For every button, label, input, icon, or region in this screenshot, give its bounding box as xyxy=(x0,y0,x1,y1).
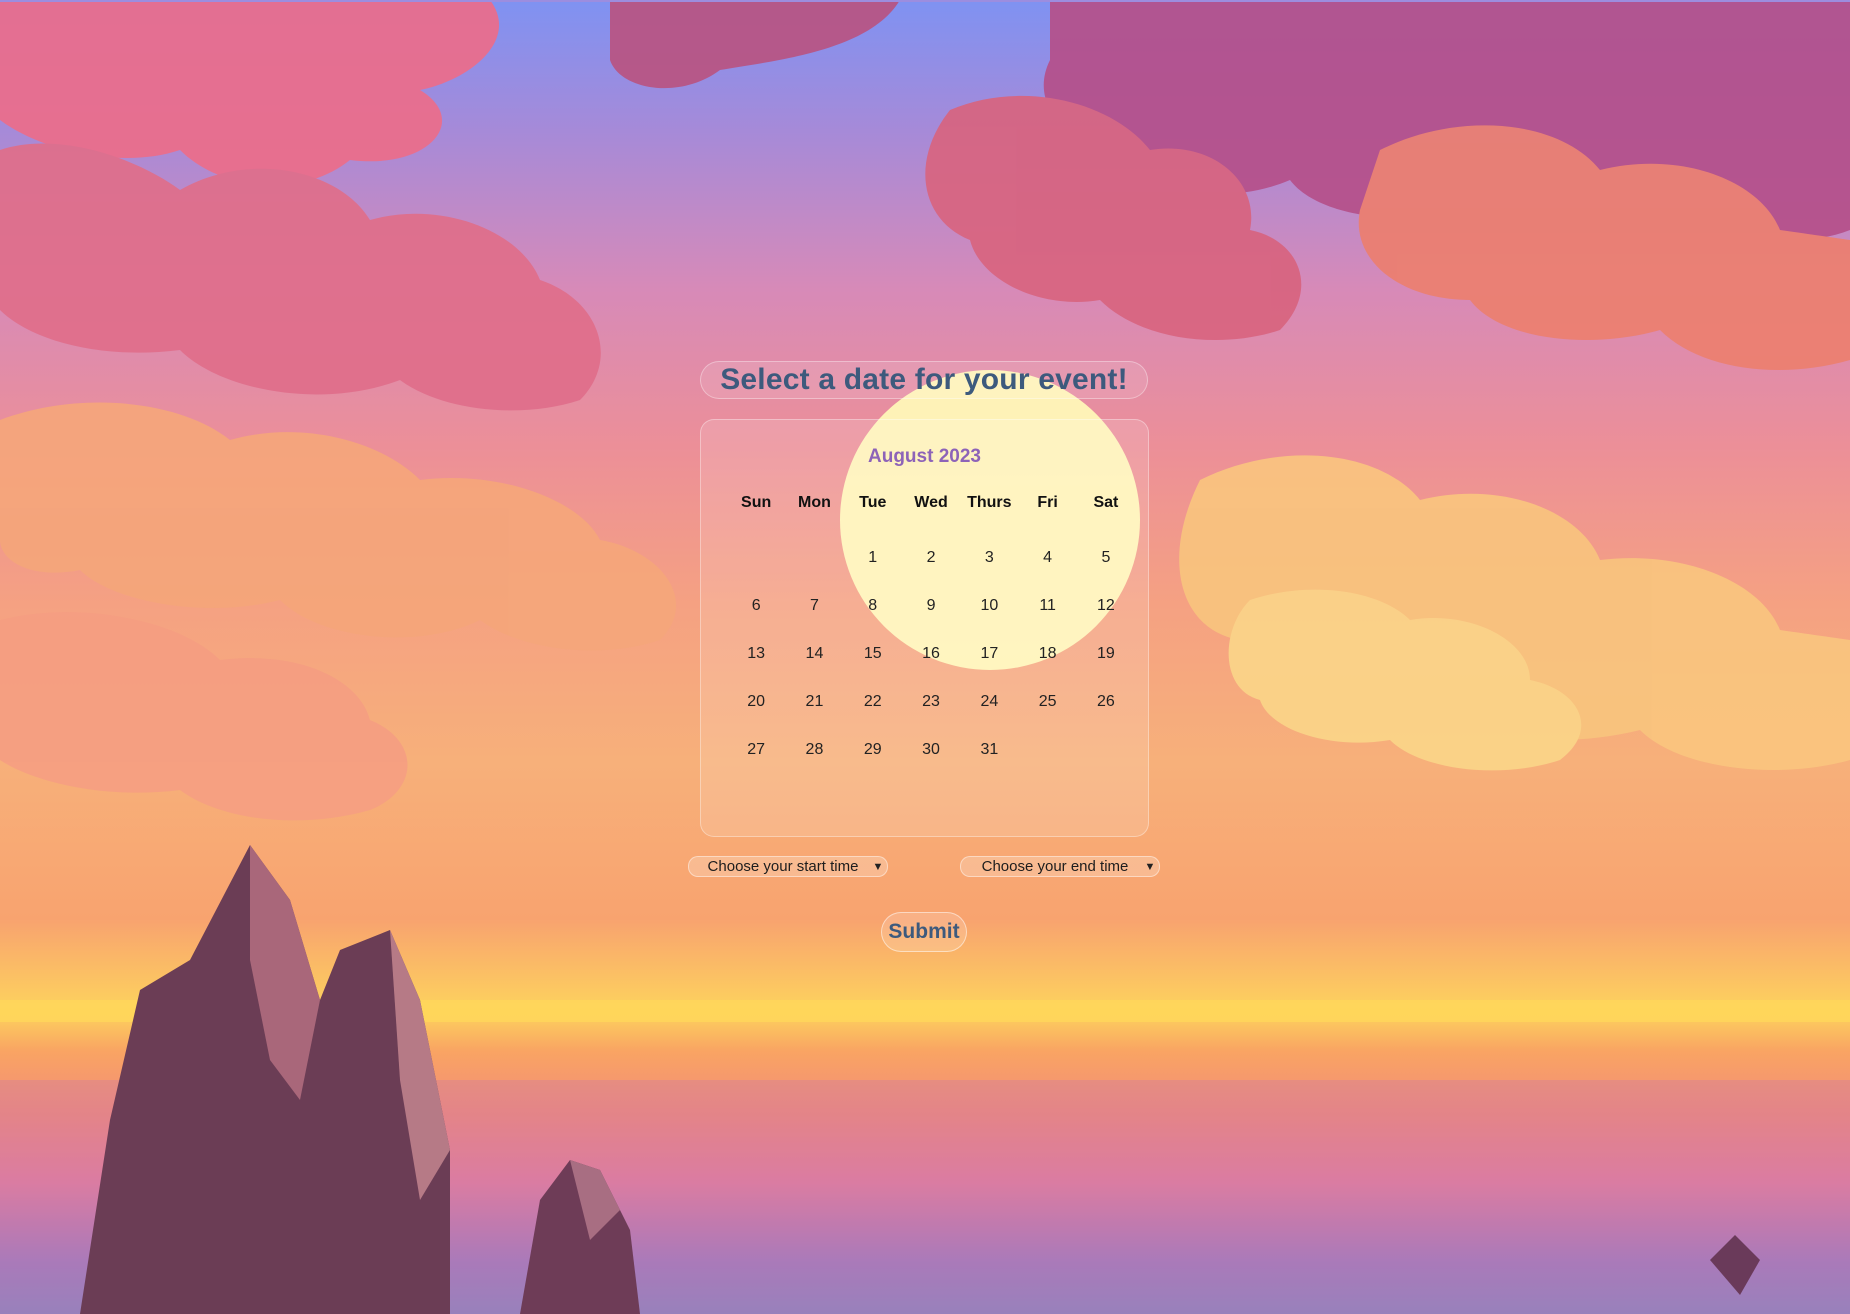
chevron-down-icon: ▼ xyxy=(872,860,884,873)
calendar-day[interactable]: 10 xyxy=(960,596,1018,644)
calendar: August 2023 Sun Mon Tue Wed Thurs Fri Sa… xyxy=(700,419,1149,837)
calendar-day-empty xyxy=(727,548,785,596)
calendar-day[interactable]: 17 xyxy=(960,644,1018,692)
end-time-select-value: Choose your end time xyxy=(981,858,1129,875)
calendar-day[interactable]: 18 xyxy=(1018,644,1076,692)
calendar-day[interactable]: 22 xyxy=(844,692,902,740)
calendar-day[interactable]: 14 xyxy=(785,644,843,692)
calendar-day[interactable]: 21 xyxy=(785,692,843,740)
calendar-day-empty xyxy=(1018,740,1076,788)
page-title-text: Select a date for your event! xyxy=(720,363,1128,396)
upper-clouds xyxy=(0,0,1850,411)
weekday-label: Mon xyxy=(798,494,831,511)
chevron-down-icon: ▼ xyxy=(1144,860,1156,873)
calendar-day[interactable]: 19 xyxy=(1077,644,1135,692)
calendar-days: 1 2 3 4 5 6 7 8 9 10 11 12 13 14 15 16 1… xyxy=(727,548,1137,788)
calendar-day[interactable]: 3 xyxy=(960,548,1018,596)
calendar-day[interactable]: 11 xyxy=(1018,596,1076,644)
calendar-day[interactable]: 2 xyxy=(902,548,960,596)
calendar-day[interactable]: 4 xyxy=(1018,548,1076,596)
calendar-day[interactable]: 26 xyxy=(1077,692,1135,740)
calendar-day[interactable]: 27 xyxy=(727,740,785,788)
weekday-label: Wed xyxy=(914,494,948,511)
calendar-day[interactable]: 20 xyxy=(727,692,785,740)
top-border xyxy=(0,0,1850,2)
calendar-day[interactable]: 9 xyxy=(902,596,960,644)
submit-button[interactable]: Submit xyxy=(881,912,967,952)
calendar-day[interactable]: 30 xyxy=(902,740,960,788)
calendar-day[interactable]: 25 xyxy=(1018,692,1076,740)
calendar-day[interactable]: 5 xyxy=(1077,548,1135,596)
weekday-label: Sun xyxy=(741,494,772,511)
end-time-select[interactable]: Choose your end time ▼ xyxy=(960,856,1160,877)
calendar-day[interactable]: 29 xyxy=(844,740,902,788)
calendar-day[interactable]: 16 xyxy=(902,644,960,692)
calendar-day[interactable]: 15 xyxy=(844,644,902,692)
weekday-header: Sun Mon Tue Wed Thurs Fri Sat xyxy=(727,493,1137,541)
weekday-label: Tue xyxy=(859,494,887,511)
calendar-day-empty xyxy=(1077,740,1135,788)
calendar-day[interactable]: 31 xyxy=(960,740,1018,788)
calendar-day[interactable]: 1 xyxy=(844,548,902,596)
page-title: Select a date for your event! xyxy=(700,361,1148,399)
calendar-day[interactable]: 13 xyxy=(727,644,785,692)
weekday-label: Sat xyxy=(1093,494,1119,511)
calendar-day[interactable]: 28 xyxy=(785,740,843,788)
start-time-select-value: Choose your start time xyxy=(707,858,859,875)
calendar-day[interactable]: 8 xyxy=(844,596,902,644)
calendar-day[interactable]: 6 xyxy=(727,596,785,644)
calendar-day[interactable]: 24 xyxy=(960,692,1018,740)
weekday-label: Fri xyxy=(1037,494,1058,511)
start-time-select[interactable]: Choose your start time ▼ xyxy=(688,856,888,877)
calendar-day[interactable]: 7 xyxy=(785,596,843,644)
calendar-day-empty xyxy=(785,548,843,596)
weekday-label: Thurs xyxy=(967,494,1012,511)
calendar-month-label: August 2023 xyxy=(868,446,981,467)
calendar-day[interactable]: 12 xyxy=(1077,596,1135,644)
calendar-day[interactable]: 23 xyxy=(902,692,960,740)
